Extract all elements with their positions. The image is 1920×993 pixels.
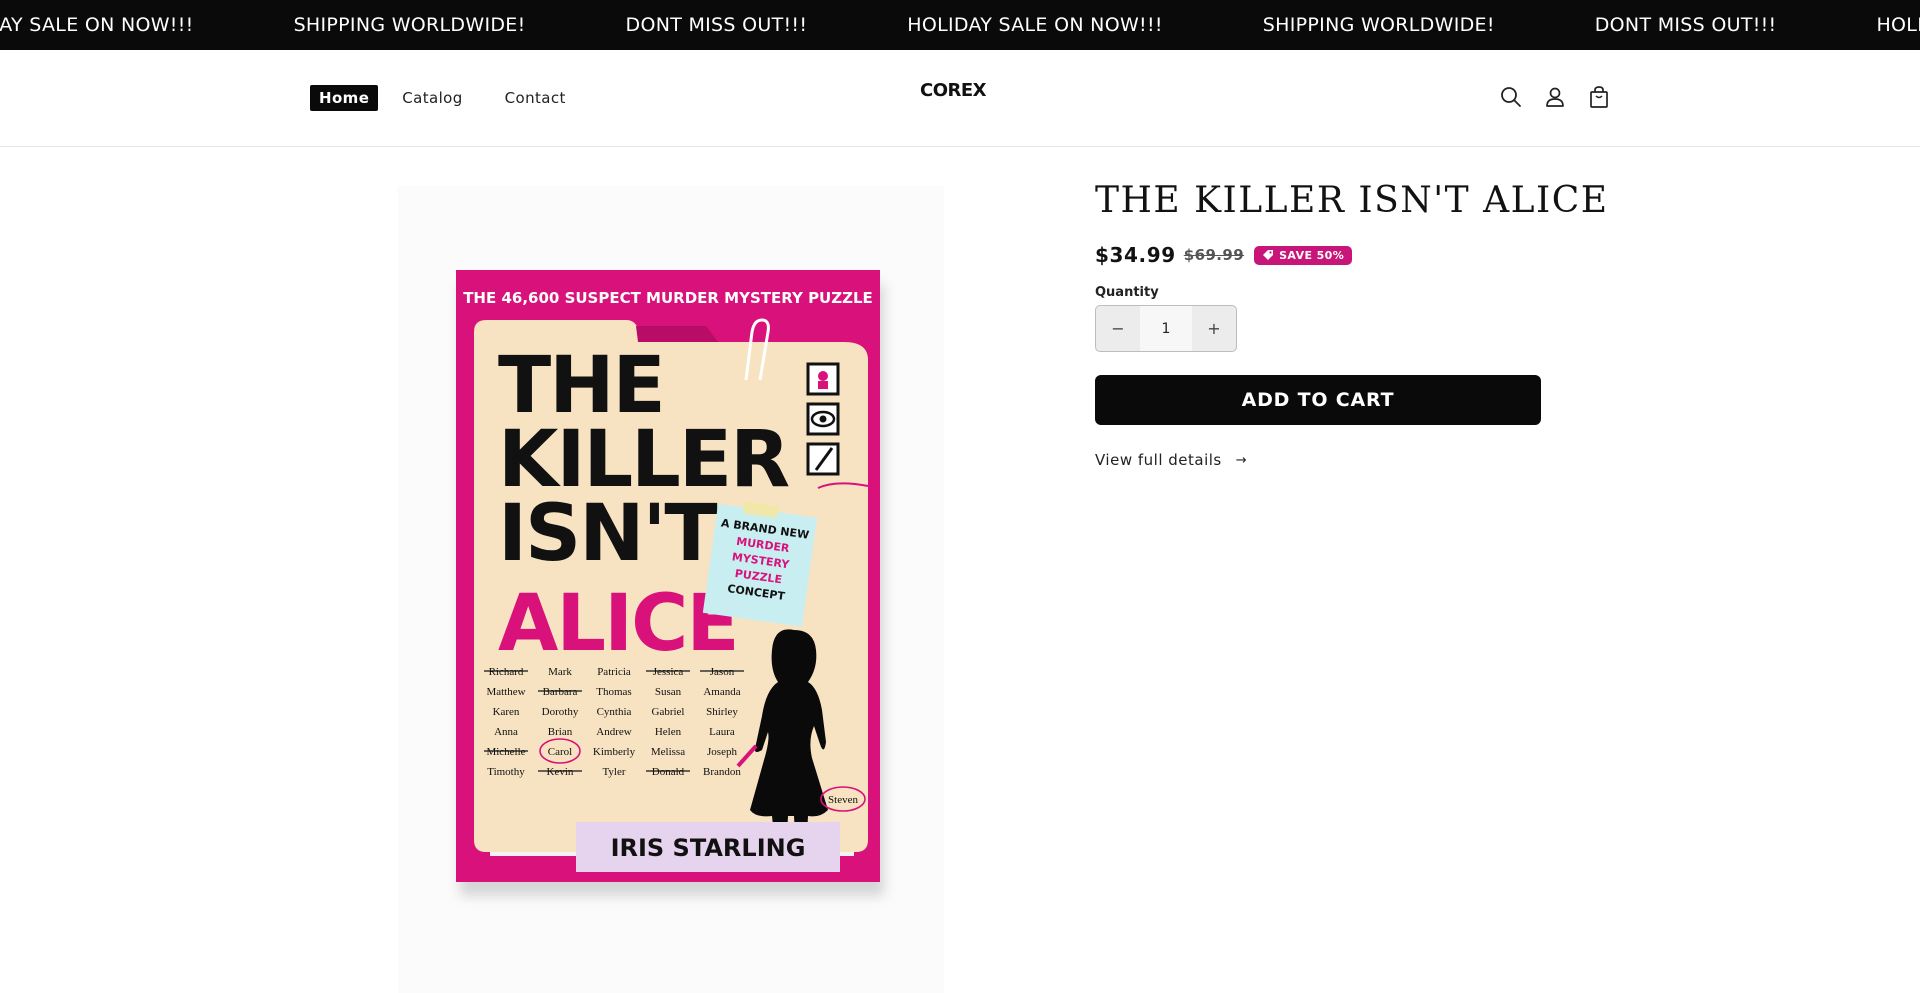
- brand-logo[interactable]: COREX: [920, 80, 987, 101]
- announcement-item: SHIPPING WORLDWIDE!: [293, 14, 526, 36]
- cover-name: Donald: [652, 766, 685, 778]
- cover-tagline: THE 46,600 SUSPECT MURDER MYSTERY PUZZLE: [463, 289, 873, 307]
- cover-name: Shirley: [706, 706, 738, 718]
- cover-name: Kimberly: [593, 746, 636, 758]
- tag-icon: [1263, 250, 1274, 260]
- cover-name: Amanda: [703, 686, 740, 698]
- nav-contact-link[interactable]: Contact: [496, 85, 575, 111]
- cover-name: Anna: [494, 726, 518, 738]
- view-details-label: View full details: [1095, 451, 1222, 469]
- announcement-item: DONT MISS OUT!!!: [1594, 14, 1777, 36]
- cover-name: Richard: [489, 666, 524, 678]
- price-row: $34.99 $69.99 SAVE 50%: [1095, 243, 1615, 267]
- view-details-link[interactable]: View full details →: [1095, 451, 1615, 469]
- cover-author: IRIS STARLING: [611, 834, 806, 862]
- cover-name: Cynthia: [597, 706, 632, 718]
- product-media: THE 46,600 SUSPECT MURDER MYSTERY PUZZLE…: [398, 186, 944, 993]
- cover-name: Gabriel: [652, 706, 685, 718]
- announcement-item: HOLIDAY SALE ON NOW!!!: [907, 14, 1163, 36]
- nav-catalog-link[interactable]: Catalog: [393, 85, 471, 111]
- cover-name: Tyler: [602, 766, 625, 778]
- cover-name: Patricia: [597, 666, 631, 678]
- announcement-bar: HOLIDAY SALE ON NOW!!! SHIPPING WORLDWID…: [0, 0, 1920, 50]
- cart-icon[interactable]: [1586, 84, 1612, 110]
- sale-price: $34.99: [1095, 243, 1176, 267]
- cover-sticky-note: A BRAND NEW MURDER MYSTERY PUZZLE CONCEP…: [702, 501, 818, 627]
- site-header: Home Catalog Contact COREX: [0, 50, 1920, 147]
- cover-name: Mark: [548, 666, 572, 678]
- cover-name: Karen: [493, 706, 520, 718]
- account-icon[interactable]: [1542, 84, 1568, 110]
- cover-title-accent: ALICE: [498, 579, 738, 669]
- announcement-item: HOLIDAY SALE ON NOW!!!: [0, 14, 194, 36]
- quantity-input[interactable]: [1140, 306, 1192, 351]
- cover-icon-boxes: [806, 362, 840, 476]
- add-to-cart-button[interactable]: ADD TO CART: [1095, 375, 1541, 425]
- cover-name: Thomas: [596, 686, 631, 698]
- cover-name: Jason: [710, 666, 735, 678]
- header-icons: [1498, 84, 1630, 110]
- cover-name: Melissa: [651, 746, 685, 758]
- cover-name: Carol: [548, 746, 572, 758]
- quantity-increase-button[interactable]: +: [1192, 306, 1236, 351]
- cover-name: Jessica: [653, 666, 684, 678]
- cover-name: Dorothy: [542, 706, 579, 718]
- save-badge-label: SAVE 50%: [1279, 248, 1345, 262]
- cover-name: Joseph: [707, 746, 737, 758]
- arrow-right-icon: →: [1235, 452, 1248, 468]
- announcement-item: DONT MISS OUT!!!: [625, 14, 808, 36]
- announcement-item: HOLIDAY SALE ON NOW!!!: [1876, 14, 1920, 36]
- quantity-decrease-button[interactable]: −: [1096, 306, 1140, 351]
- save-badge: SAVE 50%: [1254, 245, 1353, 265]
- nav-home-link[interactable]: Home: [310, 85, 379, 111]
- cover-name: Helen: [655, 726, 682, 738]
- cover-name: Andrew: [596, 726, 631, 738]
- compare-price: $69.99: [1183, 246, 1245, 264]
- cover-title-line-3: ISN'T: [498, 489, 717, 579]
- book-cover-image[interactable]: THE 46,600 SUSPECT MURDER MYSTERY PUZZLE…: [456, 270, 884, 896]
- cover-name: Michelle: [486, 746, 525, 758]
- cover-name: Brian: [548, 726, 573, 738]
- cover-name: Brandon: [703, 766, 741, 778]
- product-title: THE KILLER ISN'T ALICE: [1095, 180, 1609, 221]
- cover-extra-name: Steven: [828, 794, 858, 806]
- cover-name: Timothy: [487, 766, 525, 778]
- main-nav: Home Catalog Contact: [310, 85, 599, 111]
- announcement-item: SHIPPING WORLDWIDE!: [1262, 14, 1495, 36]
- cover-name: Laura: [709, 726, 735, 738]
- cover-name: Kevin: [547, 766, 574, 778]
- search-icon[interactable]: [1498, 84, 1524, 110]
- cover-name: Barbara: [543, 686, 578, 698]
- cover-name: Susan: [655, 686, 682, 698]
- book-cover: THE 46,600 SUSPECT MURDER MYSTERY PUZZLE…: [456, 270, 880, 882]
- quantity-stepper: − +: [1095, 305, 1237, 352]
- announcement-track: HOLIDAY SALE ON NOW!!! SHIPPING WORLDWID…: [0, 0, 1920, 50]
- cover-name: Matthew: [486, 686, 525, 698]
- quantity-label: Quantity: [1095, 285, 1159, 300]
- product-info: THE KILLER ISN'T ALICE $34.99 $69.99 SAV…: [1095, 180, 1615, 469]
